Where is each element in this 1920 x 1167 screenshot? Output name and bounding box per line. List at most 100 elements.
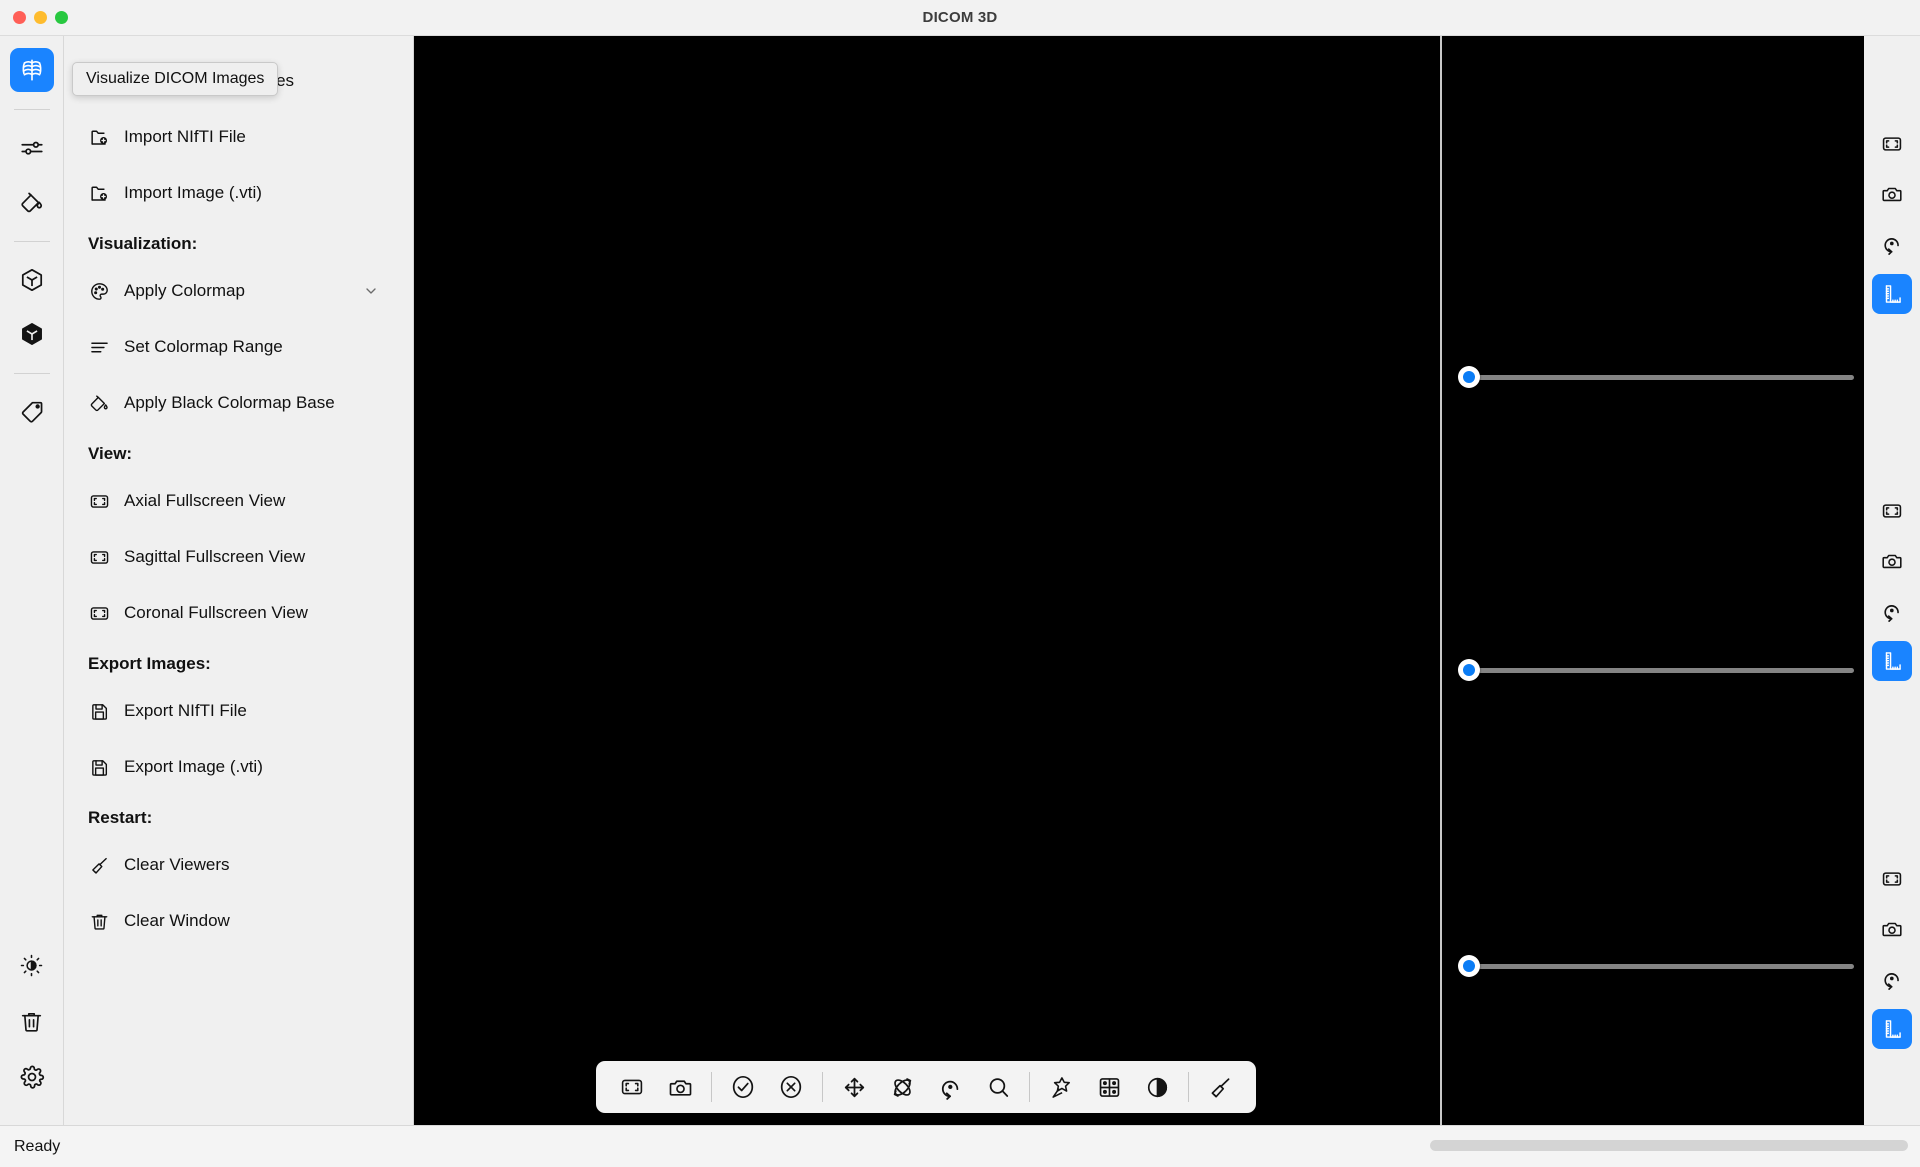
rail-item-delete[interactable] <box>10 999 54 1043</box>
minimize-window-button[interactable] <box>34 11 47 24</box>
sliders-icon <box>19 135 45 161</box>
save-icon <box>88 700 110 722</box>
sagittal-fullscreen-button[interactable] <box>1872 491 1912 531</box>
menu-item-apply-colormap[interactable]: Apply Colormap <box>88 276 413 306</box>
toolbar-divider <box>822 1072 823 1102</box>
rail-item-visualize-dicom[interactable] <box>9 48 54 92</box>
chevron-down-icon[interactable] <box>363 283 379 299</box>
ruler-icon <box>1881 1018 1903 1040</box>
fullscreen-icon <box>88 546 110 568</box>
sagittal-reset-button[interactable] <box>1872 591 1912 631</box>
rail-item-brightness[interactable] <box>10 943 54 987</box>
axial-measure-button[interactable] <box>1872 274 1912 314</box>
x-circle-icon <box>778 1074 804 1100</box>
rail-item-volume-outline[interactable] <box>10 258 54 302</box>
toolbar-divider <box>1029 1072 1030 1102</box>
zoom-button[interactable] <box>974 1065 1022 1109</box>
section-heading-view: View: <box>88 444 133 463</box>
trash-icon <box>19 1009 44 1034</box>
orbit-icon <box>890 1075 915 1100</box>
fullscreen-icon <box>620 1075 644 1099</box>
coronal-view-controls <box>1864 859 1920 1059</box>
menu-item-label: Clear Window <box>124 911 230 930</box>
select-button[interactable] <box>1037 1065 1085 1109</box>
close-window-button[interactable] <box>13 11 26 24</box>
menu-item-clear-viewers[interactable]: Clear Viewers <box>88 850 413 880</box>
broom-icon <box>1208 1075 1233 1100</box>
coronal-reset-button[interactable] <box>1872 959 1912 999</box>
reject-button[interactable] <box>767 1065 815 1109</box>
menu-item-axial-fullscreen-view[interactable]: Axial Fullscreen View <box>88 486 413 516</box>
axial-reset-button[interactable] <box>1872 224 1912 264</box>
sagittal-measure-button[interactable] <box>1872 641 1912 681</box>
slider-handle[interactable] <box>1458 366 1480 388</box>
crop-grid-icon <box>1097 1075 1122 1100</box>
camera-icon <box>1881 550 1903 572</box>
scrollbar-thumb[interactable] <box>1430 1140 1908 1151</box>
menu-item-label: Coronal Fullscreen View <box>124 603 308 622</box>
paint-bucket-icon <box>19 189 45 215</box>
sagittal-screenshot-button[interactable] <box>1872 541 1912 581</box>
coronal-screenshot-button[interactable] <box>1872 909 1912 949</box>
section-heading-export-images: Export Images: <box>88 654 211 673</box>
fullscreen-icon <box>1881 868 1903 890</box>
menu-item-sagittal-fullscreen-view[interactable]: Sagittal Fullscreen View <box>88 542 413 572</box>
maximize-window-button[interactable] <box>55 11 68 24</box>
menu-item-clear-window[interactable]: Clear Window <box>88 906 413 936</box>
reset-view-button[interactable] <box>608 1065 656 1109</box>
menu-item-import-nifti-file[interactable]: Import NIfTI File <box>88 122 413 152</box>
coronal-slice-slider[interactable] <box>1458 955 1854 977</box>
main-render-view[interactable] <box>414 36 1438 1125</box>
slider-track <box>1478 963 1854 969</box>
accept-button[interactable] <box>719 1065 767 1109</box>
menu-item-coronal-fullscreen-view[interactable]: Coronal Fullscreen View <box>88 598 413 628</box>
camera-icon <box>668 1075 693 1100</box>
pan-button[interactable] <box>830 1065 878 1109</box>
rotate-cw-icon <box>1881 600 1903 622</box>
axial-fullscreen-button[interactable] <box>1872 124 1912 164</box>
trash-icon <box>88 910 110 932</box>
status-bar: Ready <box>0 1125 1920 1167</box>
menu-item-label: Clear Viewers <box>124 855 230 874</box>
axial-screenshot-button[interactable] <box>1872 174 1912 214</box>
rotate-cw-icon <box>1881 968 1903 990</box>
coronal-fullscreen-button[interactable] <box>1872 859 1912 899</box>
bucket-drop-icon <box>88 392 110 414</box>
sidebar-group-restart: Restart: Clear Viewers Clear Window <box>88 808 413 936</box>
window-controls <box>0 11 68 24</box>
sidebar-group-visualization: Visualization: Apply Colormap Set Colorm… <box>88 234 413 418</box>
slider-handle[interactable] <box>1458 659 1480 681</box>
sagittal-view-controls <box>1864 491 1920 691</box>
clear-button[interactable] <box>1196 1065 1244 1109</box>
gear-icon <box>19 1064 45 1090</box>
camera-icon <box>1881 918 1903 940</box>
menu-item-export-nifti-file[interactable]: Export NIfTI File <box>88 696 413 726</box>
magnifier-icon <box>986 1075 1011 1100</box>
sidebar-group-view: View: Axial Fullscreen View Sagittal Ful… <box>88 444 413 628</box>
left-rail-bottom-group <box>0 943 63 1111</box>
rotate-button[interactable] <box>878 1065 926 1109</box>
rail-item-volume-solid[interactable] <box>10 312 54 356</box>
contrast-button[interactable] <box>1133 1065 1181 1109</box>
rib-cage-icon <box>19 57 45 83</box>
rail-item-colormap-bucket[interactable] <box>10 180 54 224</box>
slider-handle[interactable] <box>1458 955 1480 977</box>
screenshot-button[interactable] <box>656 1065 704 1109</box>
rail-item-tags[interactable] <box>10 390 54 434</box>
rail-item-settings[interactable] <box>10 1055 54 1099</box>
status-message: Ready <box>14 1137 61 1155</box>
fullscreen-icon <box>1881 133 1903 155</box>
horizontal-scrollbar[interactable] <box>1430 1140 1908 1151</box>
spin-button[interactable] <box>926 1065 974 1109</box>
sagittal-slice-slider[interactable] <box>1458 659 1854 681</box>
side-render-views[interactable] <box>1444 36 1864 1125</box>
coronal-measure-button[interactable] <box>1872 1009 1912 1049</box>
menu-item-apply-black-colormap-base[interactable]: Apply Black Colormap Base <box>88 388 413 418</box>
lines-icon <box>88 336 110 358</box>
menu-item-export-image-vti[interactable]: Export Image (.vti) <box>88 752 413 782</box>
rail-item-adjust-sliders[interactable] <box>10 126 54 170</box>
crop-button[interactable] <box>1085 1065 1133 1109</box>
menu-item-set-colormap-range[interactable]: Set Colormap Range <box>88 332 413 362</box>
axial-slice-slider[interactable] <box>1458 366 1854 388</box>
menu-item-import-image-vti[interactable]: Import Image (.vti) <box>88 178 413 208</box>
